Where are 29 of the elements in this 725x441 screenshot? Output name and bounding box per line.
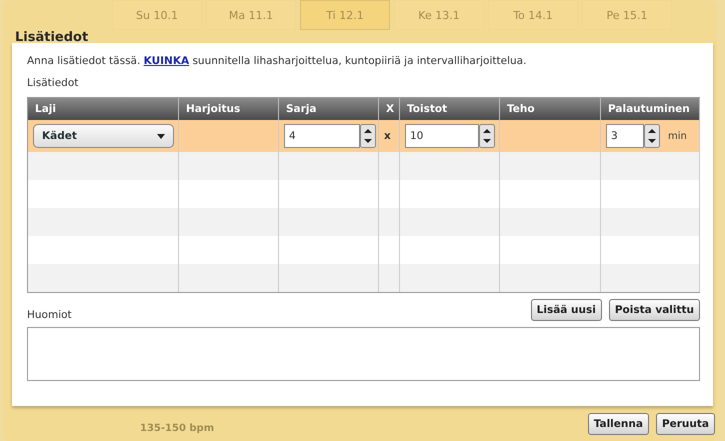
number-field[interactable]: 4: [284, 124, 360, 148]
table-action-button[interactable]: Lisää uusi: [530, 299, 602, 321]
times-sign: x: [384, 130, 391, 142]
caret-icon: [157, 134, 165, 138]
heart-rate-text: 135-150 bpm: [140, 423, 214, 434]
notes-label: Huomiot: [27, 309, 72, 321]
intro-text: Anna lisätiedot tässä. KUINKA suunnitella lihasharjoittelua, kuntopiiriä ja intervalliharjoittelua.: [27, 55, 528, 67]
section-label: Lisätiedot: [27, 77, 78, 89]
spinner-arrows-icon[interactable]: [644, 124, 660, 148]
sport-dropdown[interactable]: Kädet: [33, 124, 174, 148]
column-header: Laji: [28, 98, 179, 120]
table-row[interactable]: Kädet 4 x 10 3 min: [28, 120, 700, 152]
table-action-button[interactable]: Poista valittu: [608, 299, 700, 321]
column-header: Toistot: [400, 98, 500, 120]
column-header: Teho: [500, 98, 601, 120]
dialog-button[interactable]: Tallenna: [588, 413, 649, 435]
column-header: X: [379, 98, 400, 120]
column-header: Sarja: [279, 98, 379, 120]
dialog-title: Lisätiedot: [15, 30, 88, 45]
column-header: Palautuminen: [601, 98, 700, 120]
number-field[interactable]: 10: [405, 124, 479, 148]
how-link[interactable]: KUINKA: [144, 55, 190, 67]
notes-field[interactable]: [27, 327, 700, 381]
number-field[interactable]: 3: [606, 124, 644, 148]
spinner-arrows-icon[interactable]: [360, 124, 376, 148]
dialog-button[interactable]: Peruuta: [656, 413, 715, 435]
column-header: Harjoitus: [179, 98, 279, 120]
unit-label: min: [668, 130, 687, 142]
spinner-arrows-icon[interactable]: [479, 124, 495, 148]
